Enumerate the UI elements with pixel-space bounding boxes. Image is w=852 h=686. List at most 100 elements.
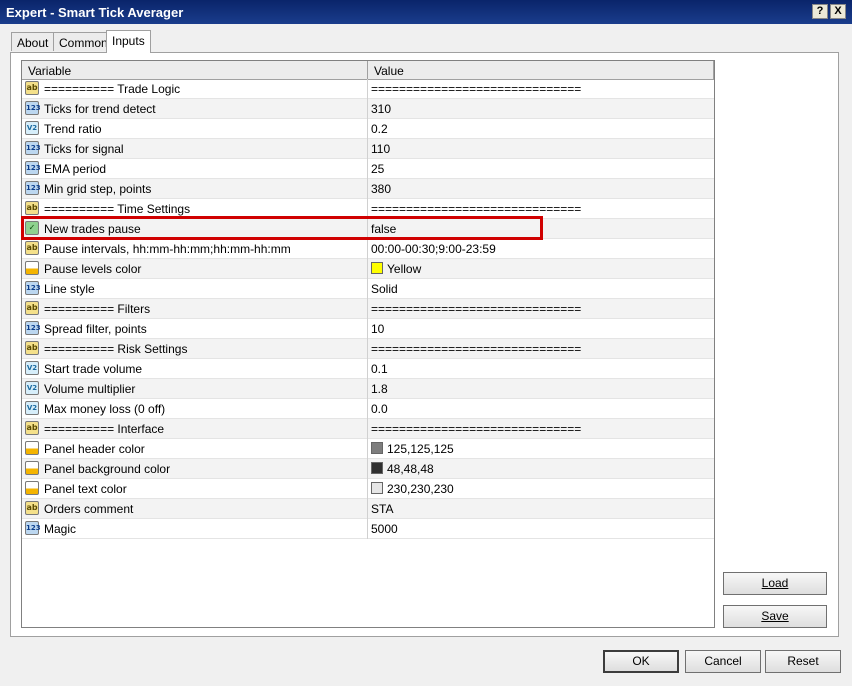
variable-value[interactable]: 230,230,230 (387, 482, 454, 496)
column-header-variable[interactable]: Variable (22, 61, 368, 79)
variable-value[interactable]: 0.2 (371, 122, 388, 136)
variable-value[interactable]: ============================== (371, 82, 581, 96)
variable-name: Orders comment (44, 502, 134, 516)
variable-value[interactable]: 110 (371, 142, 390, 156)
highlight-box (21, 216, 543, 240)
variable-value[interactable]: ============================== (371, 342, 581, 356)
table-row[interactable]: 123 Ticks for trend detect 310 (22, 99, 714, 119)
tab-inputs[interactable]: Inputs (106, 30, 151, 53)
column-header-value[interactable]: Value (368, 61, 714, 79)
table-row[interactable]: 123 Min grid step, points 380 (22, 179, 714, 199)
table-row[interactable]: ab Orders comment STA (22, 499, 714, 519)
variable-value[interactable]: 0.1 (371, 362, 388, 376)
table-row[interactable]: 123 Line style Solid (22, 279, 714, 299)
variable-value[interactable]: 5000 (371, 522, 398, 536)
color-swatch (371, 442, 383, 454)
column-divider (367, 359, 368, 379)
table-row[interactable]: ab ========== Risk Settings ==============… (22, 339, 714, 359)
color-type-icon (25, 481, 39, 495)
column-divider (367, 399, 368, 419)
table-row[interactable]: 123 EMA period 25 (22, 159, 714, 179)
variable-value[interactable]: 125,125,125 (387, 442, 454, 456)
variable-name: ========== Risk Settings (44, 342, 188, 356)
column-divider (367, 379, 368, 399)
variable-name: Trend ratio (44, 122, 102, 136)
table-row[interactable]: ab Pause intervals, hh:mm-hh:mm;hh:mm-hh:… (22, 239, 714, 259)
table-row[interactable]: ab ========== Interface ==================… (22, 419, 714, 439)
table-row[interactable]: V2 Max money loss (0 off) 0.0 (22, 399, 714, 419)
color-type-icon (25, 261, 39, 275)
table-row[interactable]: 123 Magic 5000 (22, 519, 714, 539)
color-swatch (371, 262, 383, 274)
variable-name: Line style (44, 282, 95, 296)
table-row[interactable]: ab ========== Filters ====================… (22, 299, 714, 319)
table-row[interactable]: Pause levels color Yellow (22, 259, 714, 279)
variable-value[interactable]: 00:00-00:30;9:00-23:59 (371, 242, 496, 256)
integer-type-icon: 123 (25, 101, 41, 115)
variable-value[interactable]: Yellow (387, 262, 421, 276)
table-row[interactable]: V2 Volume multiplier 1.8 (22, 379, 714, 399)
variable-value[interactable]: ============================== (371, 202, 581, 216)
table-row[interactable]: Panel header color 125,125,125 (22, 439, 714, 459)
table-row[interactable]: V2 Start trade volume 0.1 (22, 359, 714, 379)
tab-common[interactable]: Common (53, 32, 114, 51)
ok-button[interactable]: OK (603, 650, 679, 673)
variable-name: ========== Filters (44, 302, 151, 316)
column-divider (367, 159, 368, 179)
table-row[interactable]: Panel text color 230,230,230 (22, 479, 714, 499)
column-divider (367, 79, 368, 99)
save-label: Save (761, 609, 789, 623)
string-type-icon: ab (25, 241, 39, 255)
variable-value[interactable]: 10 (371, 322, 384, 336)
string-type-icon: ab (25, 341, 39, 355)
color-type-icon (25, 461, 39, 475)
table-row[interactable]: 123 Ticks for signal 110 (22, 139, 714, 159)
variable-value[interactable]: 25 (371, 162, 384, 176)
variable-name: Panel background color (44, 462, 171, 476)
variable-value[interactable]: Solid (371, 282, 398, 296)
load-button[interactable]: Load (723, 572, 827, 595)
variable-value[interactable]: ============================== (371, 422, 581, 436)
variable-value[interactable]: 0.0 (371, 402, 388, 416)
variable-name: ========== Interface (44, 422, 165, 436)
table-row[interactable]: 123 Spread filter, points 10 (22, 319, 714, 339)
tab-about[interactable]: About (11, 32, 55, 51)
integer-type-icon: 123 (25, 181, 41, 195)
integer-type-icon: 123 (25, 321, 41, 335)
column-divider (367, 419, 368, 439)
inputs-grid[interactable]: Variable Value ab ========== Trade Logic =… (21, 60, 715, 628)
variable-value[interactable]: STA (371, 502, 393, 516)
variable-value[interactable]: 310 (371, 102, 391, 116)
column-divider (367, 459, 368, 479)
variable-value[interactable]: 48,48,48 (387, 462, 434, 476)
variable-name: Pause levels color (44, 262, 142, 276)
color-type-icon (25, 441, 39, 455)
window-title: Expert - Smart Tick Averager (6, 5, 184, 20)
column-divider (367, 239, 368, 259)
double-type-icon: V2 (25, 361, 39, 375)
variable-name: ========== Time Settings (44, 202, 191, 216)
variable-name: Start trade volume (44, 362, 143, 376)
variable-value[interactable]: 380 (371, 182, 391, 196)
column-divider (367, 279, 368, 299)
variable-value[interactable]: ============================== (371, 302, 581, 316)
table-row[interactable]: Panel background color 48,48,48 (22, 459, 714, 479)
string-type-icon: ab (25, 421, 39, 435)
help-button[interactable]: ? (812, 4, 828, 19)
reset-button[interactable]: Reset (765, 650, 841, 673)
variable-value[interactable]: 1.8 (371, 382, 388, 396)
save-button[interactable]: Save (723, 605, 827, 628)
window-titlebar: Expert - Smart Tick Averager (0, 0, 852, 24)
close-button[interactable]: X (830, 4, 846, 19)
variable-name: Volume multiplier (44, 382, 136, 396)
variable-name: Panel header color (44, 442, 145, 456)
string-type-icon: ab (25, 81, 39, 95)
column-divider (367, 99, 368, 119)
variable-name: EMA period (44, 162, 107, 176)
load-label: Load (761, 576, 789, 590)
table-row[interactable]: V2 Trend ratio 0.2 (22, 119, 714, 139)
column-divider (367, 439, 368, 459)
cancel-button[interactable]: Cancel (685, 650, 761, 673)
table-row[interactable]: ab ========== Trade Logic ================… (22, 79, 714, 99)
column-divider (367, 179, 368, 199)
